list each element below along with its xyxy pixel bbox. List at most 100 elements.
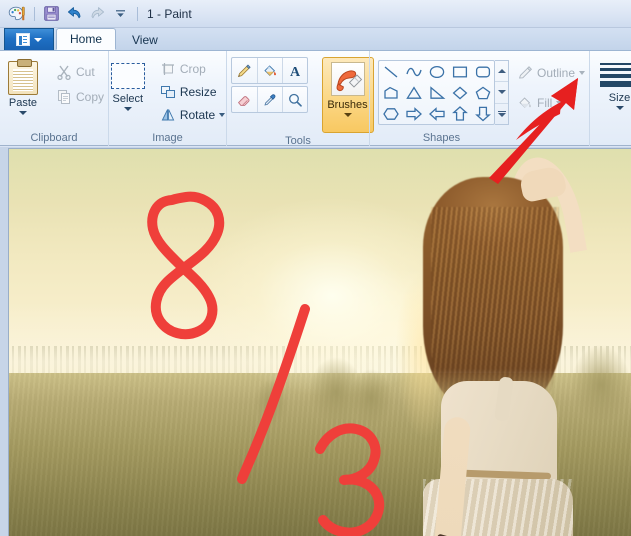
chevron-down-icon [34, 38, 42, 42]
titlebar-separator-2 [137, 7, 138, 21]
line-size-icon [600, 63, 631, 87]
outline-pen-icon [517, 65, 533, 81]
title-bar: 1 - Paint [0, 0, 631, 28]
rotate-icon [160, 107, 176, 123]
shape-curve[interactable] [402, 61, 425, 82]
outline-button[interactable]: Outline [512, 62, 590, 84]
chevron-down-icon[interactable] [556, 101, 562, 105]
rotate-label: Rotate [180, 108, 215, 122]
svg-text:A: A [289, 65, 300, 79]
paint-application-menu-button[interactable] [4, 28, 54, 50]
ribbon: Paste Cut [0, 50, 631, 146]
brushes-label: Brushes [327, 99, 367, 111]
color-picker-tool-button[interactable] [257, 87, 282, 112]
fill-label: Fill [537, 96, 552, 110]
scissors-icon [56, 64, 72, 80]
eraser-tool-button[interactable] [232, 87, 257, 112]
brushes-button[interactable]: Brushes [322, 57, 374, 133]
customize-quick-access-icon[interactable] [109, 3, 131, 25]
ribbon-group-size: Size [589, 51, 631, 146]
shape-triangle[interactable] [402, 82, 425, 103]
window-title: 1 - Paint [147, 7, 192, 21]
copy-icon [56, 89, 72, 105]
shapes-more-button[interactable] [495, 103, 508, 124]
group-label-image: Image [113, 130, 222, 146]
titlebar-separator [34, 7, 35, 21]
paintbrush-icon [331, 62, 365, 96]
shape-rounded-rectangle[interactable] [471, 61, 494, 82]
cut-button[interactable]: Cut [51, 61, 109, 83]
crop-button[interactable]: Crop [155, 58, 230, 80]
paste-label: Paste [9, 97, 37, 109]
group-label-size [594, 130, 631, 146]
ribbon-group-outline-fill: Outline Fill [513, 51, 589, 146]
shape-right-triangle[interactable] [425, 82, 448, 103]
save-icon[interactable] [40, 3, 62, 25]
menu-icon [16, 33, 30, 46]
shape-hexagon[interactable] [379, 103, 402, 124]
tools-palette: A [231, 57, 308, 113]
shape-left-arrow[interactable] [425, 103, 448, 124]
shape-up-arrow[interactable] [448, 103, 471, 124]
chevron-up-icon [498, 69, 506, 73]
group-label-shapes: Shapes [374, 130, 509, 146]
select-label: Select [113, 93, 144, 105]
tab-view[interactable]: View [118, 29, 172, 50]
rotate-button[interactable]: Rotate [155, 104, 230, 126]
chevron-down-icon[interactable] [19, 111, 27, 115]
magnifier-tool-button[interactable] [282, 87, 307, 112]
outline-label: Outline [537, 66, 575, 80]
ribbon-group-shapes: Shapes [369, 51, 513, 146]
crop-label: Crop [180, 62, 206, 76]
chevron-down-icon [498, 90, 506, 94]
ribbon-group-tools: A [226, 51, 369, 146]
shape-polygon[interactable] [379, 82, 402, 103]
shape-oval[interactable] [425, 61, 448, 82]
resize-label: Resize [180, 85, 217, 99]
more-shapes-icon [498, 111, 506, 117]
clipboard-icon [8, 61, 38, 95]
size-button[interactable]: Size [593, 58, 631, 111]
pencil-tool-button[interactable] [232, 58, 257, 83]
ribbon-group-image: Select Crop [108, 51, 226, 146]
paste-button[interactable]: Paste [0, 57, 47, 116]
paint-window: 1 - Paint Home View Paste [0, 0, 631, 536]
shapes-scrollbar[interactable] [495, 60, 509, 125]
fill-with-color-tool-button[interactable] [257, 58, 282, 83]
resize-icon [160, 84, 176, 100]
chevron-down-icon[interactable] [579, 71, 585, 75]
shape-diamond[interactable] [448, 82, 471, 103]
cut-label: Cut [76, 65, 95, 79]
size-label: Size [609, 92, 630, 104]
paint-palette-icon[interactable] [6, 3, 28, 25]
red-drawing-8-3 [9, 149, 631, 536]
drawing-canvas[interactable]: Download.com.vn [8, 148, 631, 536]
shape-rectangle[interactable] [448, 61, 471, 82]
shape-down-arrow[interactable] [471, 103, 494, 124]
shapes-scroll-up-button[interactable] [495, 61, 508, 81]
copy-label: Copy [76, 90, 104, 104]
resize-button[interactable]: Resize [155, 81, 230, 103]
shape-line[interactable] [379, 61, 402, 82]
redo-icon[interactable] [86, 3, 108, 25]
fill-button[interactable]: Fill [512, 92, 590, 114]
shape-pentagon[interactable] [471, 82, 494, 103]
tab-home[interactable]: Home [56, 28, 116, 50]
select-button[interactable]: Select [105, 57, 151, 112]
shape-right-arrow[interactable] [402, 103, 425, 124]
group-label-clipboard: Clipboard [4, 130, 104, 146]
chevron-down-icon[interactable] [124, 107, 132, 111]
fill-bucket-icon [517, 95, 533, 111]
chevron-down-icon[interactable] [616, 106, 624, 110]
group-label-outline-fill [517, 130, 585, 146]
undo-icon[interactable] [63, 3, 85, 25]
text-tool-button[interactable]: A [282, 58, 307, 83]
shapes-gallery [378, 60, 495, 125]
copy-button[interactable]: Copy [51, 86, 109, 108]
shapes-scroll-down-button[interactable] [495, 81, 508, 102]
selection-marquee-icon [111, 63, 145, 89]
ribbon-tab-strip: Home View [0, 28, 631, 50]
chevron-down-icon[interactable] [344, 113, 352, 117]
crop-icon [160, 61, 176, 77]
canvas-area: Download.com.vn [0, 147, 631, 536]
